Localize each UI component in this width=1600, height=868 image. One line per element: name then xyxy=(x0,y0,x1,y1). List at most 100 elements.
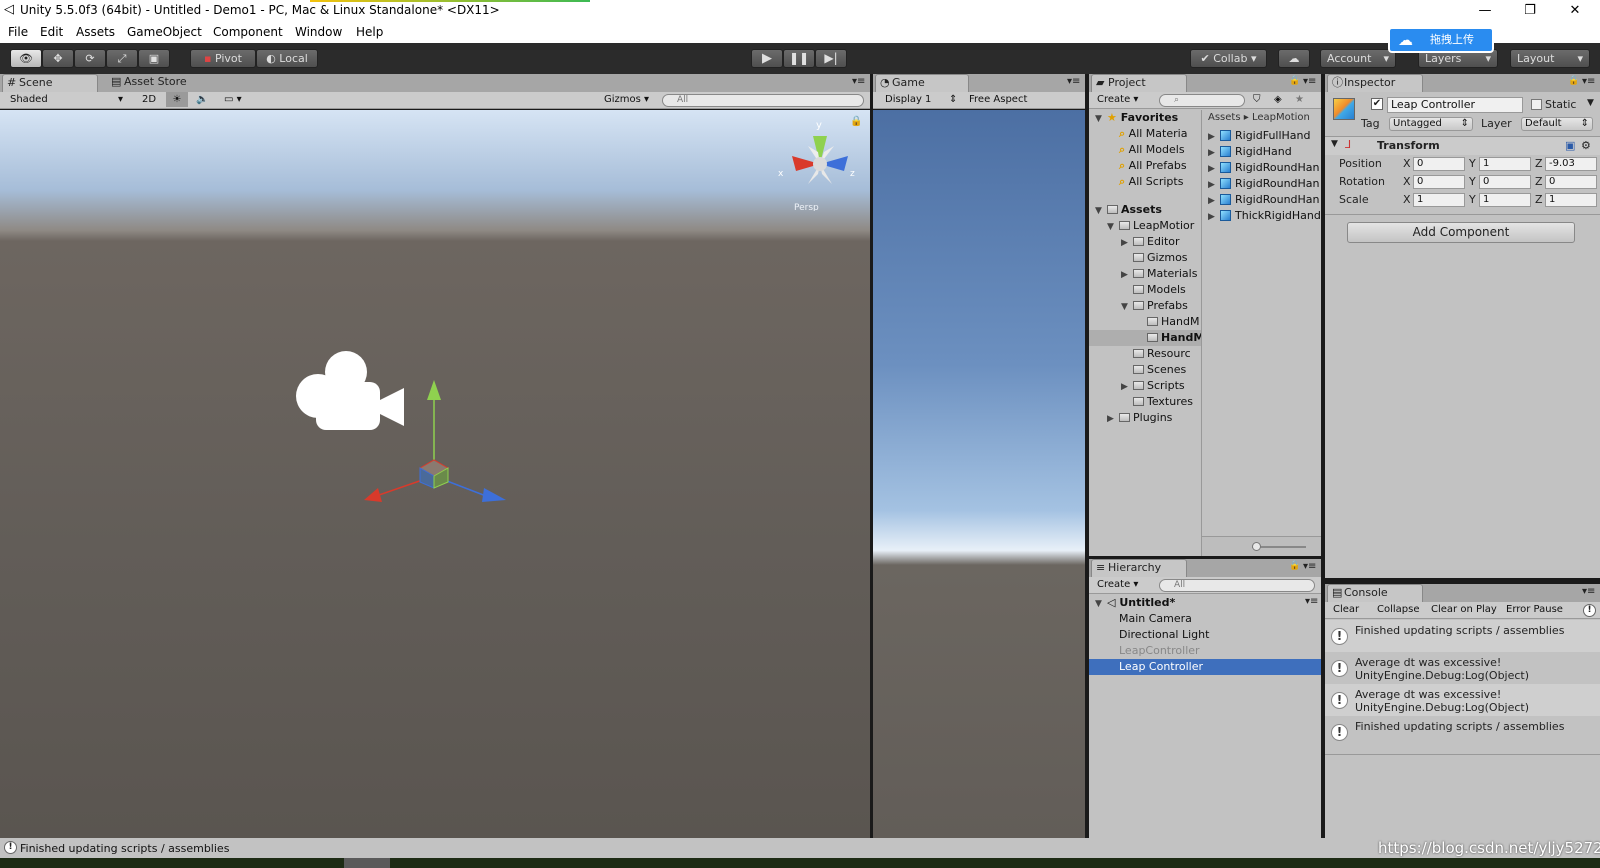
account-dropdown[interactable]: Account ▾ xyxy=(1320,49,1396,68)
filter-by-type-icon[interactable]: ⛉ xyxy=(1253,92,1261,107)
minimize-button[interactable]: — xyxy=(1470,2,1500,20)
hierarchy-search-input[interactable]: All xyxy=(1159,579,1315,592)
scale-tool-button[interactable]: ⤢ xyxy=(106,49,138,68)
help-icon[interactable]: ▣ xyxy=(1565,139,1575,152)
menu-assets[interactable]: Assets xyxy=(76,25,115,39)
file-item[interactable]: ▶ RigidFullHand xyxy=(1208,128,1311,145)
folder-tree-item[interactable]: ▶ Scripts xyxy=(1121,378,1185,395)
breadcrumb-item[interactable]: Assets xyxy=(1208,112,1241,123)
position-x-field[interactable]: 0 xyxy=(1413,157,1465,171)
2d-toggle[interactable]: 2D xyxy=(136,92,162,107)
tab-scene[interactable]: # Scene xyxy=(2,74,98,92)
star-icon[interactable]: ★ xyxy=(1295,92,1304,107)
chevron-down-icon[interactable]: ▼ xyxy=(1587,98,1594,108)
scale-z-field[interactable]: 1 xyxy=(1545,193,1597,207)
folder-tree-item[interactable]: Models xyxy=(1121,282,1186,298)
aspect-dropdown[interactable]: Free Aspect xyxy=(969,92,1027,107)
lighting-toggle[interactable]: ☀ xyxy=(166,92,188,107)
cloud-button[interactable]: ☁ xyxy=(1278,49,1310,68)
rotation-x-field[interactable]: 0 xyxy=(1413,175,1465,189)
console-clear-button[interactable]: Clear xyxy=(1333,602,1359,617)
folder-tree-item[interactable]: ▶ Editor xyxy=(1121,234,1180,251)
folder-tree-item[interactable]: ▶ Plugins xyxy=(1107,410,1172,427)
effects-dropdown[interactable]: ▭ ▾ xyxy=(224,92,242,107)
lock-icon[interactable]: 🔒 xyxy=(850,116,862,127)
folder-tree-item[interactable]: Resourc xyxy=(1121,346,1191,362)
lock-icon[interactable]: 🔒 xyxy=(1568,76,1579,86)
rotation-y-field[interactable]: 0 xyxy=(1479,175,1531,189)
file-item[interactable]: ▶ RigidRoundHan xyxy=(1208,160,1320,177)
move-handle-z-arrow[interactable] xyxy=(482,488,506,502)
maximize-button[interactable]: ❐ xyxy=(1515,2,1545,20)
panel-menu-icon[interactable]: ▾≡ xyxy=(1582,586,1595,597)
lock-icon[interactable]: 🔒 xyxy=(1289,561,1300,571)
scene-search-input[interactable]: All xyxy=(662,94,864,107)
layer-dropdown[interactable]: Default ⇕ xyxy=(1521,117,1593,131)
scene-root-item[interactable]: ▼ ◁ Untitled* xyxy=(1095,595,1175,612)
file-item[interactable]: ▶ RigidRoundHan xyxy=(1208,176,1320,193)
rotate-tool-button[interactable]: ⟳ xyxy=(74,49,106,68)
tab-hierarchy[interactable]: ≡ Hierarchy xyxy=(1091,559,1187,577)
menu-window[interactable]: Window xyxy=(295,25,342,39)
scene-viewport[interactable]: y x z Persp 🔒 xyxy=(0,110,870,838)
console-clear-on-play-button[interactable]: Clear on Play xyxy=(1431,602,1497,617)
console-message[interactable]: ! Finished updating scripts / assemblies xyxy=(1325,620,1600,652)
tab-project[interactable]: ▰ Project xyxy=(1091,74,1187,92)
scale-y-field[interactable]: 1 xyxy=(1479,193,1531,207)
panel-menu-icon[interactable]: ▾≡ xyxy=(1303,76,1316,87)
menu-component[interactable]: Component xyxy=(213,25,283,39)
favorite-item[interactable]: ⌕ All Prefabs xyxy=(1119,158,1187,174)
gear-icon[interactable]: ⚙ xyxy=(1581,139,1591,152)
console-message[interactable]: ! Average dt was excessive! UnityEngine.… xyxy=(1325,684,1600,716)
file-item[interactable]: ▶ ThickRigidHand xyxy=(1208,208,1321,225)
pivot-toggle[interactable]: ▪ Pivot xyxy=(190,49,256,68)
file-item[interactable]: ▶ RigidRoundHan xyxy=(1208,192,1320,209)
move-handle[interactable] xyxy=(356,376,516,516)
icon-size-slider-thumb[interactable] xyxy=(1252,542,1261,551)
game-viewport[interactable] xyxy=(873,110,1085,838)
rotation-z-field[interactable]: 0 xyxy=(1545,175,1597,189)
menu-help[interactable]: Help xyxy=(356,25,383,39)
collab-dropdown[interactable]: ✔ Collab ▾ xyxy=(1190,49,1267,68)
active-checkbox[interactable]: ✔ xyxy=(1371,98,1383,110)
project-search-input[interactable]: ⌕ xyxy=(1159,94,1245,107)
display-dropdown[interactable]: Display 1 xyxy=(885,92,931,107)
upload-badge[interactable]: ☁ 拖拽上传 xyxy=(1388,27,1494,53)
position-y-field[interactable]: 1 xyxy=(1479,157,1531,171)
gizmo-center[interactable] xyxy=(813,157,827,171)
taskbar-item[interactable] xyxy=(344,858,390,868)
layout-dropdown[interactable]: Layout ▾ xyxy=(1510,49,1590,68)
menu-edit[interactable]: Edit xyxy=(40,25,63,39)
step-button[interactable]: ▶| xyxy=(815,49,847,68)
favorite-item[interactable]: ⌕ All Scripts xyxy=(1119,174,1183,190)
hierarchy-item-disabled[interactable]: LeapController xyxy=(1119,643,1200,659)
panel-menu-icon[interactable]: ▾≡ xyxy=(1067,76,1080,87)
play-button[interactable]: ▶ xyxy=(751,49,783,68)
audio-toggle[interactable]: 🔈 xyxy=(196,92,208,107)
panel-menu-icon[interactable]: ▾≡ xyxy=(852,76,865,87)
close-button[interactable]: ✕ xyxy=(1560,2,1590,20)
folder-tree-item[interactable]: ▼ Prefabs xyxy=(1121,298,1188,315)
console-message[interactable]: ! Average dt was excessive! UnityEngine.… xyxy=(1325,652,1600,684)
scale-x-field[interactable]: 1 xyxy=(1413,193,1465,207)
folder-tree-item[interactable]: Textures xyxy=(1121,394,1193,410)
hierarchy-item[interactable]: Directional Light xyxy=(1119,627,1209,643)
panel-menu-icon[interactable]: ▾≡ xyxy=(1303,561,1316,572)
hierarchy-create-dropdown[interactable]: Create ▾ xyxy=(1097,577,1138,592)
assets-header[interactable]: ▼ Assets xyxy=(1095,202,1162,219)
tab-asset-store[interactable]: ▤ Asset Store xyxy=(108,74,198,92)
breadcrumb-item[interactable]: LeapMotion xyxy=(1252,112,1310,123)
folder-tree-item[interactable]: Scenes xyxy=(1121,362,1186,378)
panel-menu-icon[interactable]: ▾≡ xyxy=(1582,76,1595,87)
console-detail-splitter[interactable] xyxy=(1325,754,1600,755)
tag-dropdown[interactable]: Untagged ⇕ xyxy=(1389,117,1473,131)
menu-gameobject[interactable]: GameObject xyxy=(127,25,202,39)
pause-button[interactable]: ❚❚ xyxy=(783,49,815,68)
view-tool-button[interactable]: 👁 xyxy=(10,49,42,68)
move-handle-x-arrow[interactable] xyxy=(364,488,382,502)
scene-menu-icon[interactable]: ▾≡ xyxy=(1305,596,1318,607)
move-handle-y-arrow[interactable] xyxy=(427,380,441,400)
folder-tree-item-selected[interactable]: HandM xyxy=(1135,330,1201,346)
project-create-dropdown[interactable]: Create ▾ xyxy=(1097,92,1138,107)
add-component-button[interactable]: Add Component xyxy=(1347,222,1575,243)
